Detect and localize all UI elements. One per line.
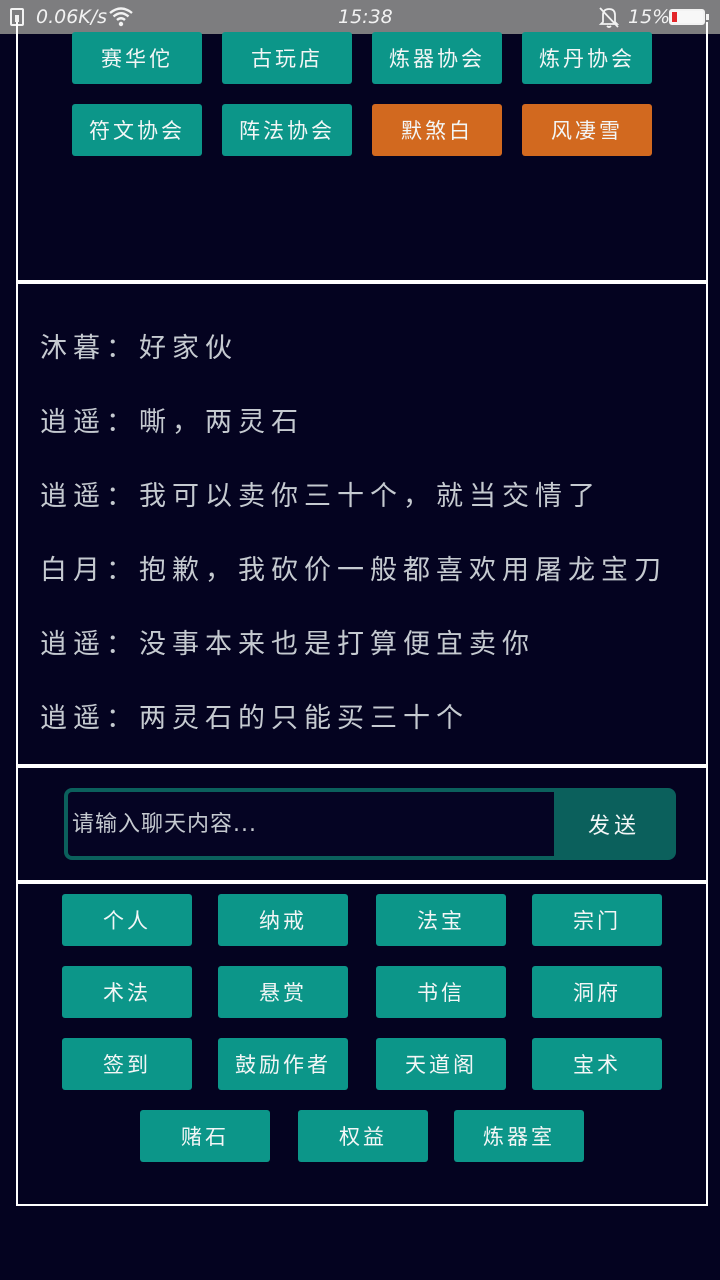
chat-input[interactable] bbox=[68, 792, 554, 856]
chat-message: 白月：抱歉，我砍价一般都喜欢用屠龙宝刀 bbox=[40, 555, 667, 586]
guild-button-rune[interactable]: 符文协会 bbox=[72, 104, 202, 156]
chat-message: 沐暮：好家伙 bbox=[40, 333, 238, 364]
menu-button-checkin[interactable]: 签到 bbox=[62, 1038, 192, 1090]
chat-message: 逍遥：我可以卖你三十个，就当交情了 bbox=[40, 481, 601, 512]
chat-input-frame: 发送 bbox=[64, 788, 676, 860]
chat-message: 逍遥：嘶，两灵石 bbox=[40, 407, 304, 438]
menu-button-support-author[interactable]: 鼓励作者 bbox=[218, 1038, 348, 1090]
top-button-panel: 赛华佗 古玩店 炼器协会 炼丹协会 符文协会 阵法协会 默煞白 风凄雪 bbox=[16, 22, 708, 282]
menu-button-storage-ring[interactable]: 纳戒 bbox=[218, 894, 348, 946]
npc-button-fengqixue[interactable]: 风凄雪 bbox=[522, 104, 652, 156]
send-button[interactable]: 发送 bbox=[556, 792, 672, 856]
shop-button-antique[interactable]: 古玩店 bbox=[222, 32, 352, 84]
guild-button-refining[interactable]: 炼器协会 bbox=[372, 32, 502, 84]
chat-message: 逍遥：没事本来也是打算便宜卖你 bbox=[40, 629, 535, 660]
guild-button-alchemy[interactable]: 炼丹协会 bbox=[522, 32, 652, 84]
menu-button-tiandao-pavilion[interactable]: 天道阁 bbox=[376, 1038, 506, 1090]
npc-button-moshabai[interactable]: 默煞白 bbox=[372, 104, 502, 156]
bottom-menu-panel: 个人 纳戒 法宝 宗门 术法 悬赏 书信 洞府 签到 鼓励作者 天道阁 宝术 赌… bbox=[16, 882, 708, 1206]
menu-button-cave[interactable]: 洞府 bbox=[532, 966, 662, 1018]
chat-message: 逍遥：两灵石的只能买三十个 bbox=[40, 703, 469, 734]
menu-button-stone-gamble[interactable]: 赌石 bbox=[140, 1110, 270, 1162]
menu-button-treasure[interactable]: 法宝 bbox=[376, 894, 506, 946]
menu-button-letters[interactable]: 书信 bbox=[376, 966, 506, 1018]
menu-button-sect[interactable]: 宗门 bbox=[532, 894, 662, 946]
menu-button-bounty[interactable]: 悬赏 bbox=[218, 966, 348, 1018]
menu-button-privileges[interactable]: 权益 bbox=[298, 1110, 428, 1162]
shop-button-saihuatuo[interactable]: 赛华佗 bbox=[72, 32, 202, 84]
chat-input-panel: 发送 bbox=[16, 766, 708, 882]
menu-button-spells[interactable]: 术法 bbox=[62, 966, 192, 1018]
guild-button-formation[interactable]: 阵法协会 bbox=[222, 104, 352, 156]
battery-level bbox=[672, 12, 677, 22]
menu-button-forge-room[interactable]: 炼器室 bbox=[454, 1110, 584, 1162]
menu-button-treasure-art[interactable]: 宝术 bbox=[532, 1038, 662, 1090]
menu-button-profile[interactable]: 个人 bbox=[62, 894, 192, 946]
chat-panel: 沐暮：好家伙 逍遥：嘶，两灵石 逍遥：我可以卖你三十个，就当交情了 白月：抱歉，… bbox=[16, 282, 708, 766]
